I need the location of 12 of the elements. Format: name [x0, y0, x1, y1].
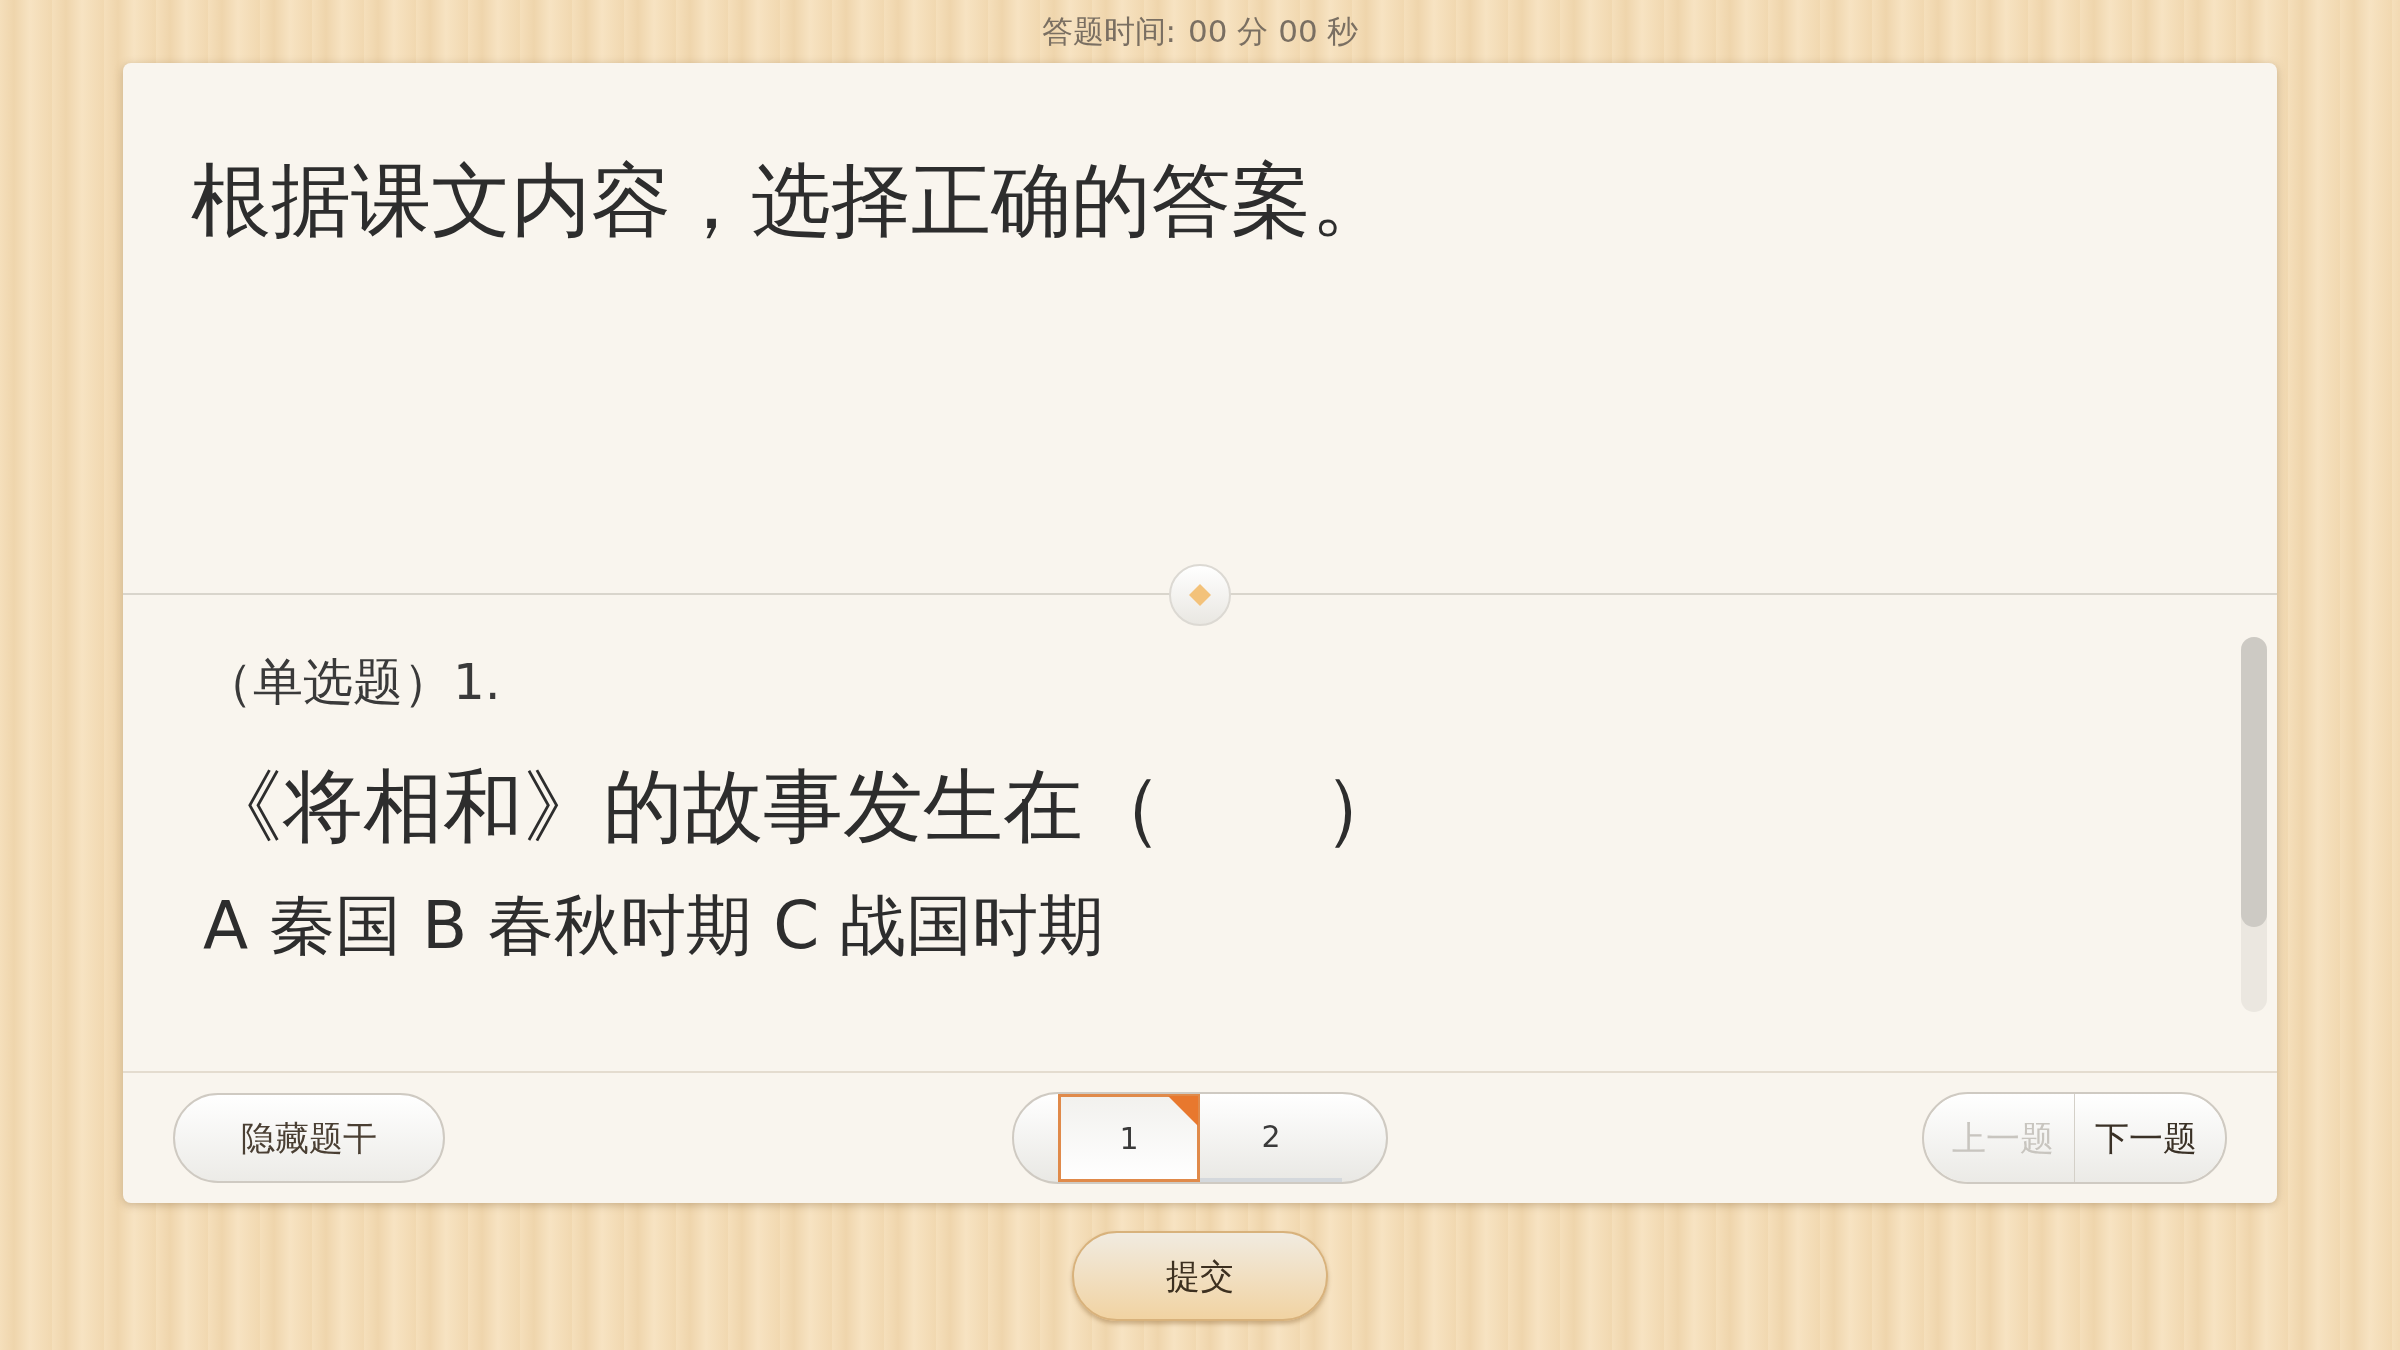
- options-text: A 秦国 B 春秋时期 C 战国时期: [203, 886, 1106, 966]
- next-question-button[interactable]: 下一题: [2075, 1094, 2225, 1182]
- page-tab[interactable]: 2: [1200, 1094, 1342, 1182]
- question-text: 《将相和》的故事发生在（ ）: [203, 759, 1404, 855]
- corner-flag-icon: [1168, 1096, 1198, 1126]
- hide-stem-button[interactable]: 隐藏题干: [173, 1093, 445, 1183]
- timer-text: 答题时间: 00 分 00 秒: [1041, 12, 1359, 52]
- page-tab[interactable]: 1: [1058, 1094, 1200, 1182]
- submit-button[interactable]: 提交: [1072, 1231, 1328, 1321]
- diamond-icon: [1187, 582, 1213, 608]
- question-type-label: （单选题）1.: [203, 652, 502, 713]
- instruction-text: 根据课文内容，选择正确的答案。: [191, 153, 1392, 249]
